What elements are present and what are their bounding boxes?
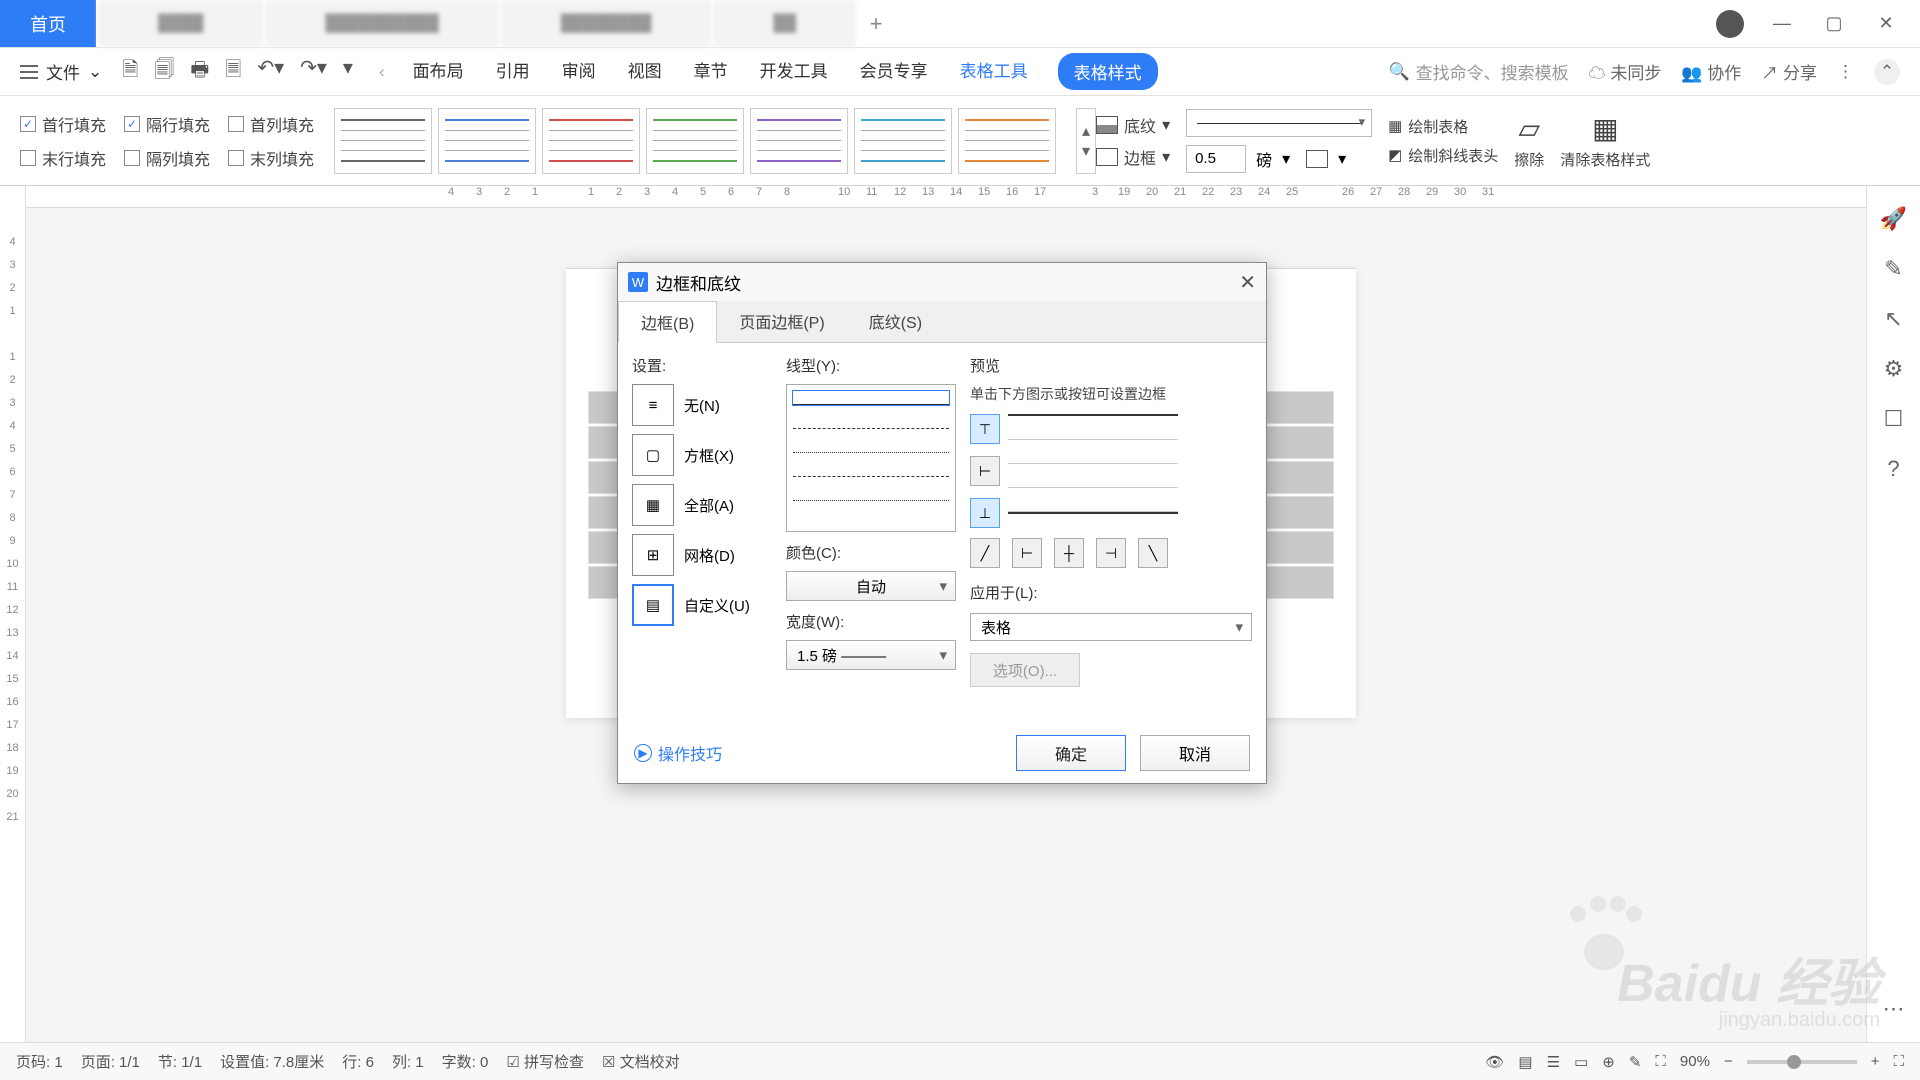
width-label: 宽度(W):	[786, 611, 956, 632]
dialog-close-button[interactable]: ✕	[1239, 270, 1256, 295]
preset-all-icon: ▦	[632, 484, 674, 526]
apply-to-combo[interactable]: 表格	[970, 613, 1252, 641]
apply-label: 应用于(L):	[970, 582, 1252, 603]
preview-diagram[interactable]	[1008, 414, 1178, 514]
dialog-tab-shading[interactable]: 底纹(S)	[847, 301, 944, 342]
preset-box[interactable]: ▢方框(X)	[632, 434, 772, 476]
linestyle-dotted[interactable]	[793, 439, 949, 453]
color-combo[interactable]: 自动	[786, 571, 956, 601]
wps-icon: W	[628, 272, 648, 292]
dialog-tabs: 边框(B) 页面边框(P) 底纹(S)	[618, 301, 1266, 343]
ok-button[interactable]: 确定	[1016, 735, 1126, 771]
cancel-button[interactable]: 取消	[1140, 735, 1250, 771]
preset-grid-icon: ⊞	[632, 534, 674, 576]
preview-left-button[interactable]: ⊢	[1012, 538, 1042, 568]
preview-hmid-button[interactable]: ⊢	[970, 456, 1000, 486]
color-label: 颜色(C):	[786, 542, 956, 563]
linestyle-solid[interactable]	[793, 391, 949, 405]
linestyle-label: 线型(Y):	[786, 355, 956, 376]
preset-all[interactable]: ▦全部(A)	[632, 484, 772, 526]
tips-link[interactable]: 操作技巧	[634, 741, 722, 765]
linestyle-dashed[interactable]	[793, 415, 949, 429]
watermark-paw-icon	[1570, 900, 1640, 970]
preview-vmid-button[interactable]: ┼	[1054, 538, 1084, 568]
preview-label: 预览	[970, 355, 1252, 376]
preset-custom[interactable]: ▤自定义(U)	[632, 584, 772, 626]
linestyle-list[interactable]	[786, 384, 956, 532]
width-combo[interactable]: 1.5 磅 ———	[786, 640, 956, 670]
dialog-tab-border[interactable]: 边框(B)	[618, 301, 717, 343]
borders-shading-dialog: W 边框和底纹 ✕ 边框(B) 页面边框(P) 底纹(S) 设置: ≡无(N) …	[617, 262, 1267, 784]
preset-none-icon: ≡	[632, 384, 674, 426]
preview-hint: 单击下方图示或按钮可设置边框	[970, 384, 1252, 404]
preset-custom-icon: ▤	[632, 584, 674, 626]
dialog-titlebar[interactable]: W 边框和底纹 ✕	[618, 263, 1266, 301]
dialog-title: 边框和底纹	[656, 270, 741, 295]
preview-top-button[interactable]: ⊤	[970, 414, 1000, 444]
preview-right-button[interactable]: ⊣	[1096, 538, 1126, 568]
settings-label: 设置:	[632, 355, 772, 376]
preview-diag2-button[interactable]: ╲	[1138, 538, 1168, 568]
linestyle-dashed2[interactable]	[793, 463, 949, 477]
preset-grid[interactable]: ⊞网格(D)	[632, 534, 772, 576]
options-button: 选项(O)...	[970, 653, 1080, 687]
dialog-tab-page-border[interactable]: 页面边框(P)	[717, 301, 846, 342]
linestyle-dashdot[interactable]	[793, 487, 949, 501]
preview-diag-button[interactable]: ╱	[970, 538, 1000, 568]
preview-bottom-button[interactable]: ⊥	[970, 498, 1000, 528]
preset-none[interactable]: ≡无(N)	[632, 384, 772, 426]
preset-box-icon: ▢	[632, 434, 674, 476]
